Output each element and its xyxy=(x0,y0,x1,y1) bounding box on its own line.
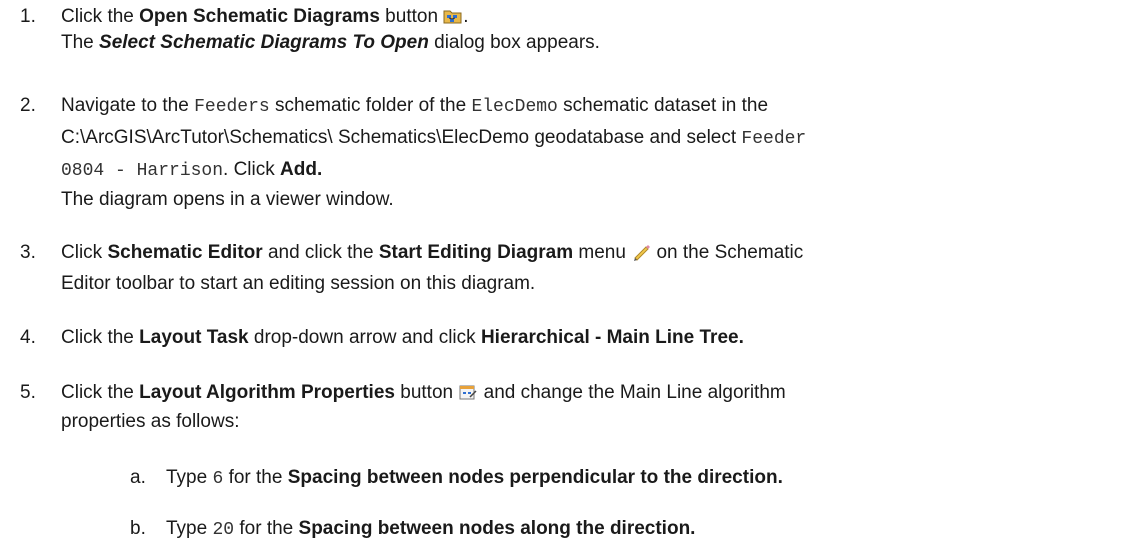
step-text: Click the Open Schematic Diagrams button… xyxy=(61,6,600,53)
layout-task-label: Layout Task xyxy=(139,327,249,348)
open-schematic-diagrams-icon xyxy=(443,10,462,24)
step-text: Click the Layout Algorithm Properties bu… xyxy=(61,382,786,432)
substep-text: Type 6 for the Spacing between nodes per… xyxy=(166,467,783,489)
step-text: Click Schematic Editor and click the Sta… xyxy=(61,242,804,294)
property-label: Spacing between nodes perpendicular to t… xyxy=(287,467,783,488)
layout-algorithm-properties-label: Layout Algorithm Properties xyxy=(139,382,395,403)
instruction-document: 1. Click the Open Schematic Diagrams but… xyxy=(0,0,1121,548)
step-text: Click the Layout Task drop-down arrow an… xyxy=(61,327,744,348)
substep-letter: a. xyxy=(130,467,146,488)
folder-name: Feeders xyxy=(194,97,270,117)
start-editing-pencil-icon xyxy=(634,245,651,261)
substep-text: Type 20 for the Spacing between nodes al… xyxy=(166,518,696,540)
step-number: 1. xyxy=(20,6,36,27)
schematic-editor-label: Schematic Editor xyxy=(107,242,263,263)
step-number: 3. xyxy=(20,242,36,263)
dialog-name: Select Schematic Diagrams To Open xyxy=(99,32,429,53)
property-label: Spacing between nodes along the directio… xyxy=(298,518,696,539)
hierarchical-main-line-tree-label: Hierarchical - Main Line Tree. xyxy=(480,327,744,348)
open-schematic-diagrams-label: Open Schematic Diagrams xyxy=(139,6,380,27)
value-text: 6 xyxy=(212,469,224,489)
diagram-name-cont: 0804 - Harrison xyxy=(61,161,224,181)
add-label: Add. xyxy=(280,159,323,180)
start-editing-label: Start Editing Diagram xyxy=(378,242,574,263)
dataset-name: ElecDemo xyxy=(471,97,558,117)
step-number: 2. xyxy=(20,95,36,116)
diagram-name: Feeder xyxy=(741,129,807,149)
step-text: Navigate to the Feeders schematic folder… xyxy=(61,95,807,210)
substep-letter: b. xyxy=(130,518,146,539)
layout-algorithm-properties-icon xyxy=(459,385,477,400)
step-number: 4. xyxy=(20,327,36,348)
step-number: 5. xyxy=(20,382,36,403)
value-text: 20 xyxy=(212,520,235,540)
